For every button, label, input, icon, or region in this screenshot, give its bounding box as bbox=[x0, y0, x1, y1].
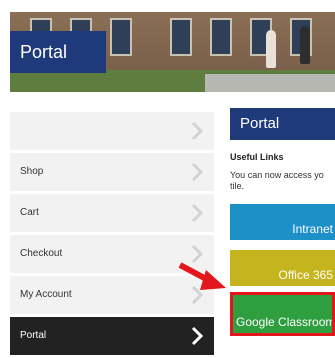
red-arrow-icon bbox=[178, 262, 226, 290]
hero-title: Portal bbox=[10, 31, 106, 73]
side-menu: Shop Cart Checkout My Account Portal bbox=[10, 112, 214, 358]
content-heading: Portal bbox=[230, 108, 335, 140]
portal-content: Portal Useful Links You can now access y… bbox=[230, 108, 335, 336]
menu-item-label: Checkout bbox=[20, 248, 63, 259]
chevron-right-icon bbox=[186, 325, 208, 347]
menu-item-label: Cart bbox=[20, 207, 39, 218]
chevron-right-icon bbox=[186, 202, 208, 224]
menu-item-label: Portal bbox=[20, 330, 47, 341]
office365-tile[interactable]: Office 365 bbox=[230, 250, 335, 286]
menu-item-shop[interactable]: Shop bbox=[10, 153, 214, 191]
chevron-right-icon bbox=[186, 161, 208, 183]
menu-item-cart[interactable]: Cart bbox=[10, 194, 214, 232]
menu-item-portal[interactable]: Portal bbox=[10, 317, 214, 355]
menu-item-label: Shop bbox=[20, 166, 44, 177]
description-text: You can now access yo tile. bbox=[230, 170, 324, 191]
google-classroom-tile[interactable]: Google Classroom bbox=[230, 292, 335, 336]
chevron-right-icon bbox=[186, 120, 208, 142]
menu-item-blank[interactable] bbox=[10, 112, 214, 150]
useful-links-heading: Useful Links bbox=[230, 152, 284, 162]
menu-item-label: My Account bbox=[20, 289, 72, 300]
intranet-tile[interactable]: Intranet bbox=[230, 204, 335, 240]
